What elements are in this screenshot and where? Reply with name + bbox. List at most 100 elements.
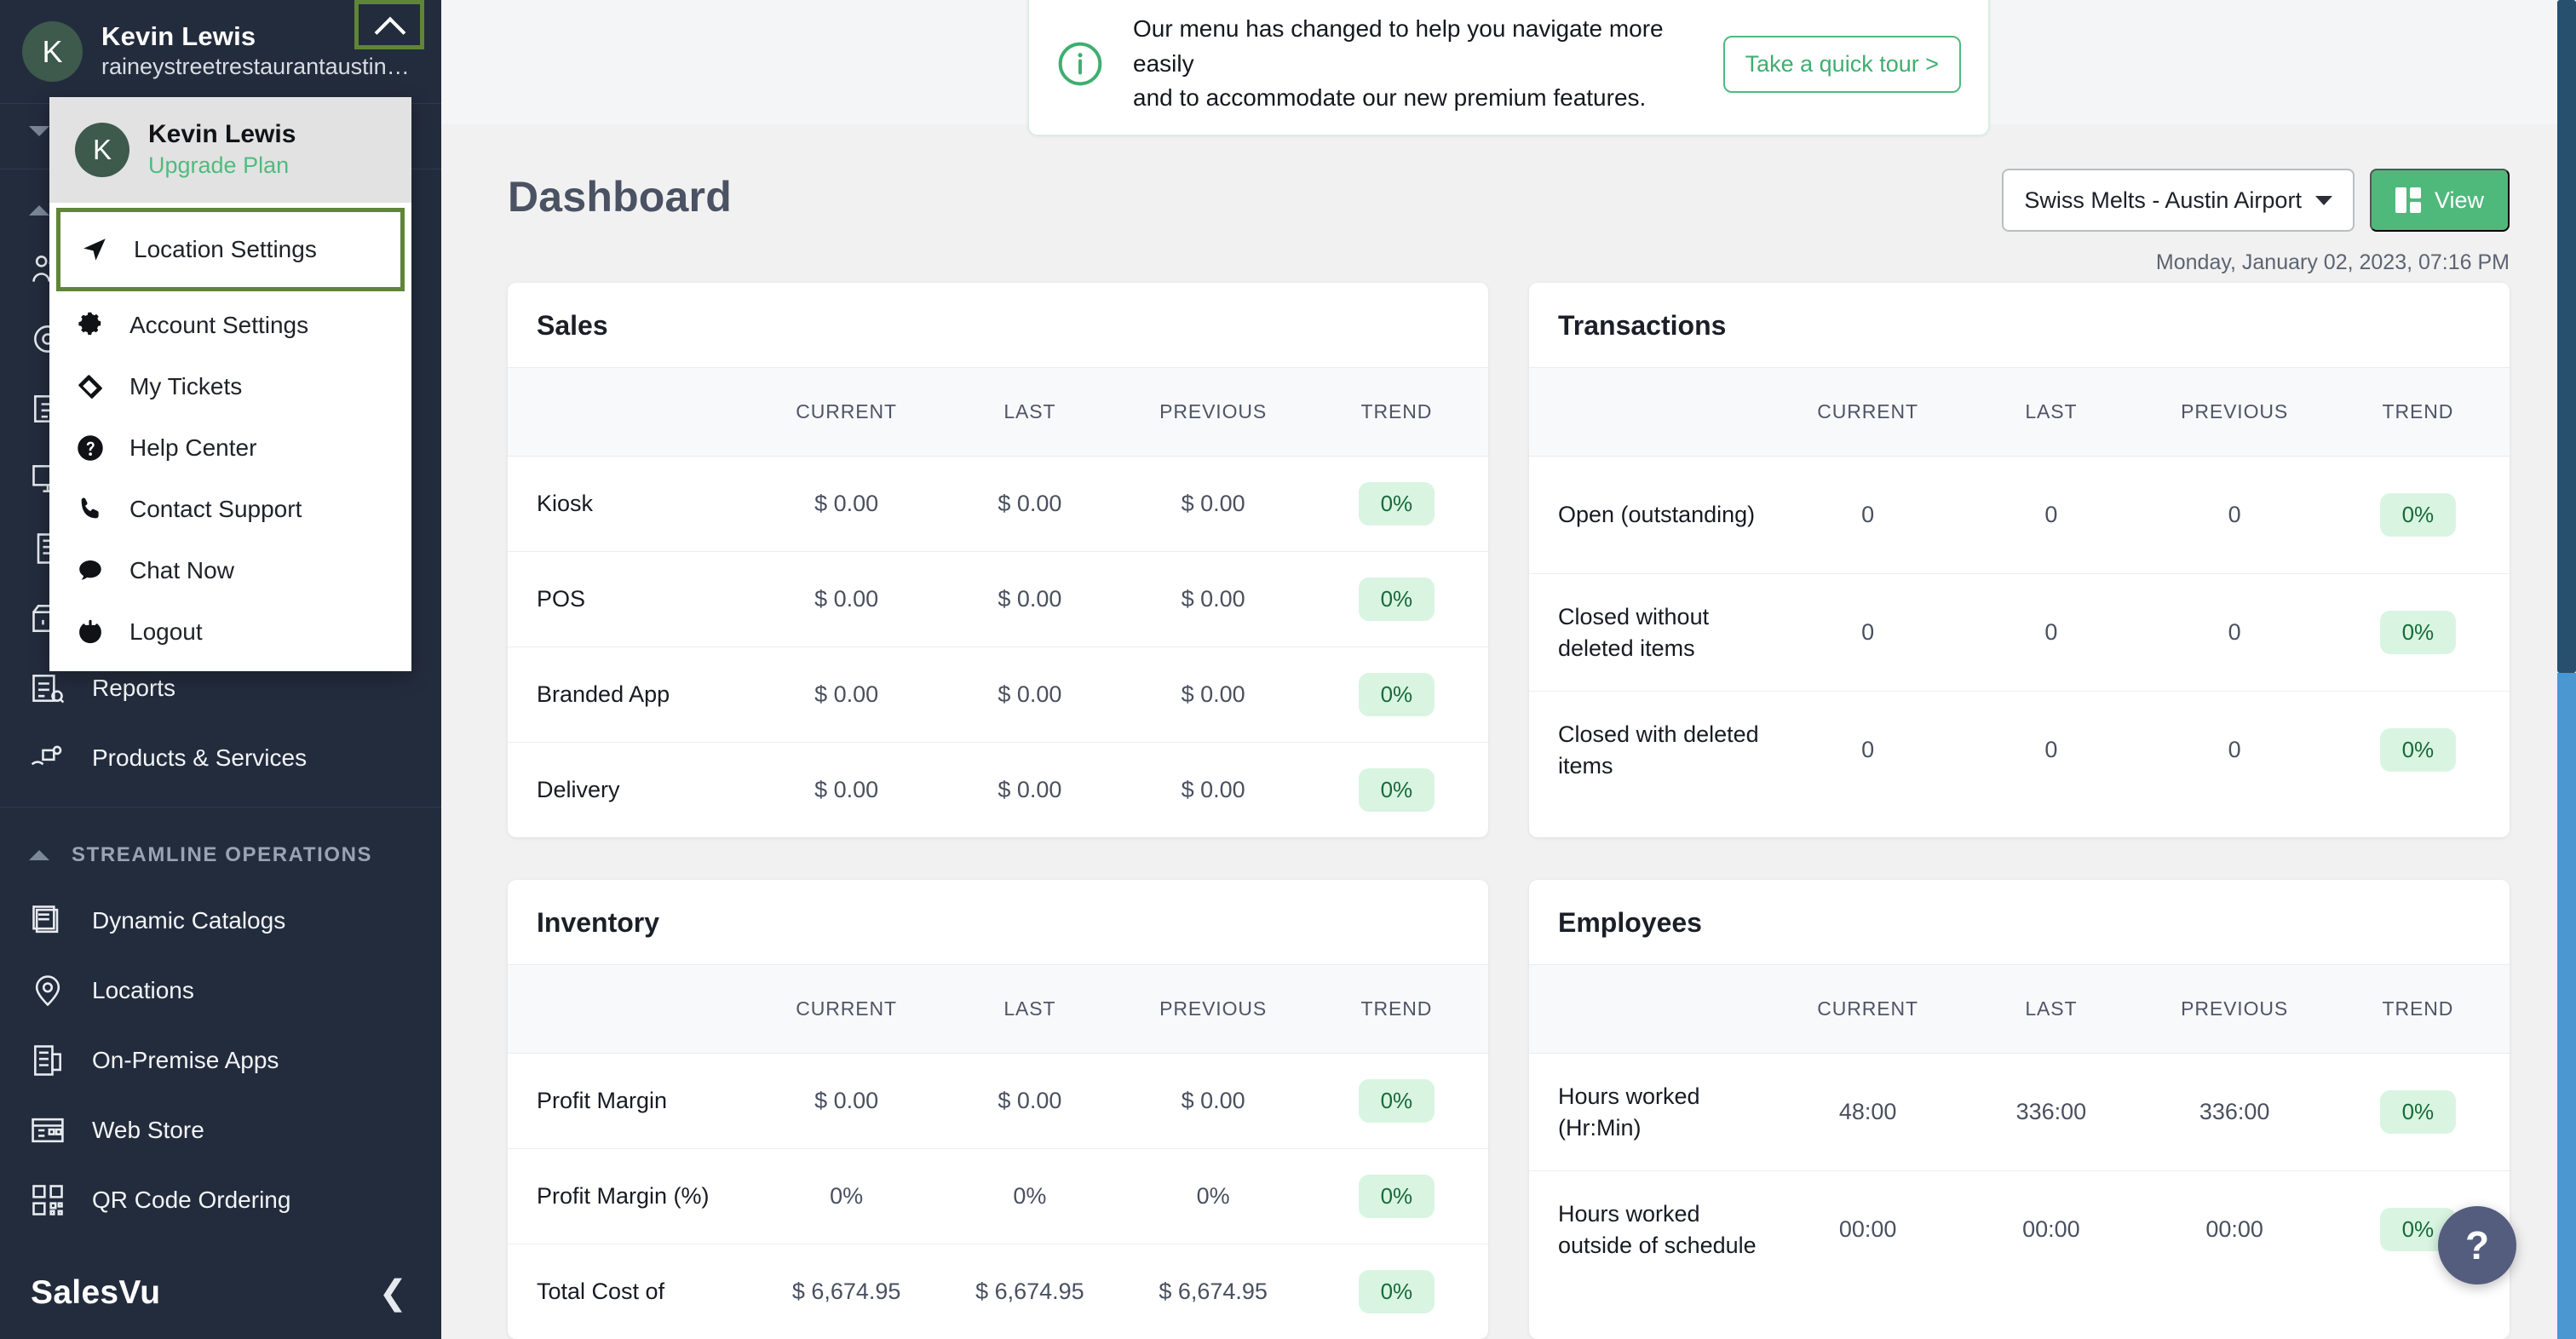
navigation-arrow-icon bbox=[76, 233, 113, 267]
chat-bubble-icon bbox=[72, 554, 109, 588]
sidebar-item-qr-code-ordering[interactable]: QR Code Ordering bbox=[0, 1165, 441, 1235]
column-header-blank bbox=[1529, 368, 1776, 457]
gear-icon bbox=[72, 308, 109, 342]
sidebar-item-label: QR Code Ordering bbox=[92, 1187, 291, 1213]
terminal-icon bbox=[26, 1040, 70, 1081]
row-label: Closed with deleted items bbox=[1558, 721, 1759, 779]
location-selector[interactable]: Swiss Melts - Austin Airport bbox=[2002, 169, 2355, 232]
table-header: CURRENT LAST PREVIOUS TREND bbox=[508, 367, 1488, 457]
row-label: Closed without deleted items bbox=[1529, 573, 1776, 692]
map-pin-icon bbox=[26, 970, 70, 1011]
menu-item-help-center[interactable]: Help Center bbox=[49, 417, 411, 479]
sidebar-item-web-store[interactable]: Web Store bbox=[0, 1095, 441, 1165]
row-label: Delivery bbox=[537, 777, 620, 803]
menu-item-location-settings[interactable]: Location Settings bbox=[56, 208, 405, 292]
sidebar-item-label: On-Premise Apps bbox=[92, 1047, 279, 1073]
menu-item-my-tickets[interactable]: My Tickets bbox=[49, 356, 411, 417]
menu-item-logout[interactable]: Logout bbox=[49, 601, 411, 663]
page-header: Dashboard Swiss Melts - Austin Airport V… bbox=[441, 124, 2576, 283]
take-quick-tour-button[interactable]: Take a quick tour > bbox=[1722, 35, 1961, 93]
column-header-trend: TREND bbox=[2382, 400, 2454, 422]
cell-last: $ 0.00 bbox=[938, 647, 1122, 743]
column-header-previous: PREVIOUS bbox=[1159, 997, 1268, 1020]
menu-item-chat-now[interactable]: Chat Now bbox=[49, 540, 411, 601]
row-label: Profit Margin (%) bbox=[508, 1148, 755, 1244]
menu-item-label: Chat Now bbox=[129, 557, 234, 584]
column-header-previous: PREVIOUS bbox=[1159, 400, 1268, 422]
banner-line-1: Our menu has changed to help you navigat… bbox=[1133, 15, 1664, 77]
cell-trend: 0% bbox=[2326, 692, 2510, 809]
table-header-row: CURRENT LAST PREVIOUS TREND bbox=[1529, 367, 2510, 457]
inventory-table: CURRENT LAST PREVIOUS TREND Profit Margi… bbox=[508, 964, 1488, 1339]
brand-logo: SalesVu bbox=[31, 1274, 161, 1311]
question-circle-icon bbox=[72, 431, 109, 465]
upgrade-plan-link[interactable]: Upgrade Plan bbox=[148, 150, 296, 181]
cell-current: 0 bbox=[1861, 737, 1875, 763]
transactions-table: CURRENT LAST PREVIOUS TREND Open (outsta… bbox=[1529, 367, 2510, 809]
dashboard-timestamp: Monday, January 02, 2023, 07:16 PM bbox=[2155, 250, 2510, 274]
cell-current: 00:00 bbox=[1838, 1216, 1897, 1243]
location-selector-value: Swiss Melts - Austin Airport bbox=[2024, 187, 2302, 213]
cell-last: $ 0.00 bbox=[938, 456, 1122, 552]
cell-last: $ 0.00 bbox=[998, 777, 1062, 802]
user-menu-toggle-button[interactable] bbox=[354, 0, 424, 49]
sidebar-footer: SalesVu ❮ bbox=[0, 1247, 441, 1339]
sidebar-item-on-premise-apps[interactable]: On-Premise Apps bbox=[0, 1026, 441, 1095]
sidebar-user-header[interactable]: K Kevin Lewis raineystreetrestaurantaust… bbox=[0, 0, 441, 104]
question-mark-icon: ? bbox=[2464, 1223, 2490, 1267]
cell-previous: 336:00 bbox=[2142, 1053, 2326, 1171]
column-header-trend: TREND bbox=[1360, 400, 1433, 422]
column-header-blank bbox=[1529, 965, 1776, 1054]
sidebar-item-dynamic-catalogs[interactable]: Dynamic Catalogs bbox=[0, 886, 441, 956]
page-scrollbar-track[interactable] bbox=[2557, 0, 2576, 1339]
row-label: Hours worked outside of schedule bbox=[1558, 1201, 1757, 1258]
table-header: CURRENT LAST PREVIOUS TREND bbox=[508, 964, 1488, 1054]
cell-previous: 0 bbox=[2142, 573, 2326, 692]
trend-badge: 0% bbox=[1358, 1270, 1435, 1313]
cell-last: 0 bbox=[1959, 573, 2143, 692]
table-row: Branded App $ 0.00 $ 0.00 $ 0.00 0% bbox=[508, 647, 1488, 743]
view-button[interactable]: View bbox=[2369, 169, 2510, 232]
cell-previous: $ 0.00 bbox=[1121, 1053, 1305, 1149]
cell-trend: 0% bbox=[1305, 743, 1488, 838]
table-row: Closed with deleted items 0 0 0 0% bbox=[1529, 692, 2510, 809]
sidebar-item-locations[interactable]: Locations bbox=[0, 956, 441, 1026]
sidebar-item-label: Dynamic Catalogs bbox=[92, 907, 286, 934]
sidebar-collapse-button[interactable]: ❮ bbox=[378, 1276, 407, 1310]
table-row: Kiosk $ 0.00 $ 0.00 $ 0.00 0% bbox=[508, 456, 1488, 552]
menu-item-contact-support[interactable]: Contact Support bbox=[49, 479, 411, 540]
qr-code-icon bbox=[26, 1180, 70, 1221]
cell-trend: 0% bbox=[1304, 1148, 1488, 1244]
table-header-row: CURRENT LAST PREVIOUS TREND bbox=[508, 367, 1488, 457]
table-row: Profit Margin (%) 0% 0% 0% 0% bbox=[508, 1148, 1488, 1244]
page-scrollbar-thumb[interactable] bbox=[2557, 0, 2576, 673]
trend-badge: 0% bbox=[1358, 1079, 1435, 1123]
page-scrollbar-lower[interactable] bbox=[2557, 673, 2576, 1339]
products-services-icon bbox=[26, 738, 70, 779]
table-header: CURRENT LAST PREVIOUS TREND bbox=[1529, 367, 2510, 457]
cell-current: $ 0.00 bbox=[755, 456, 939, 552]
info-circle-icon bbox=[1056, 40, 1104, 88]
chevron-down-icon bbox=[2314, 195, 2332, 205]
table-body: Profit Margin $ 0.00 $ 0.00 $ 0.00 0% Pr… bbox=[508, 1053, 1488, 1339]
cell-current: $ 0.00 bbox=[755, 1053, 939, 1149]
sidebar-item-products-services[interactable]: Products & Services bbox=[0, 723, 441, 793]
column-header-previous: PREVIOUS bbox=[2181, 997, 2289, 1020]
employees-table: CURRENT LAST PREVIOUS TREND Hours worked… bbox=[1529, 964, 2510, 1289]
app-root: K Kevin Lewis raineystreetrestaurantaust… bbox=[0, 0, 2576, 1339]
card-employees: Employees CURRENT LAST PREVIOUS TREND Ho… bbox=[1529, 880, 2510, 1339]
table-body: Open (outstanding) 0 0 0 0% Closed witho… bbox=[1529, 456, 2510, 809]
menu-item-account-settings[interactable]: Account Settings bbox=[49, 295, 411, 356]
table-row: Open (outstanding) 0 0 0 0% bbox=[1529, 456, 2510, 574]
menu-item-label: Logout bbox=[129, 618, 203, 646]
menu-item-label: Account Settings bbox=[129, 312, 309, 339]
table-row: Hours worked outside of schedule 00:00 0… bbox=[1529, 1171, 2510, 1289]
cell-current: 0 bbox=[1776, 456, 1960, 574]
cell-last: 336:00 bbox=[1959, 1053, 2143, 1171]
cell-last: $ 0.00 bbox=[938, 551, 1122, 647]
power-icon bbox=[72, 615, 109, 649]
sidebar-group-header-streamline[interactable]: STREAMLINE OPERATIONS bbox=[0, 821, 441, 886]
column-header-trend: TREND bbox=[1360, 997, 1433, 1020]
help-floating-button[interactable]: ? bbox=[2438, 1206, 2516, 1284]
trend-badge: 0% bbox=[1358, 1175, 1435, 1218]
